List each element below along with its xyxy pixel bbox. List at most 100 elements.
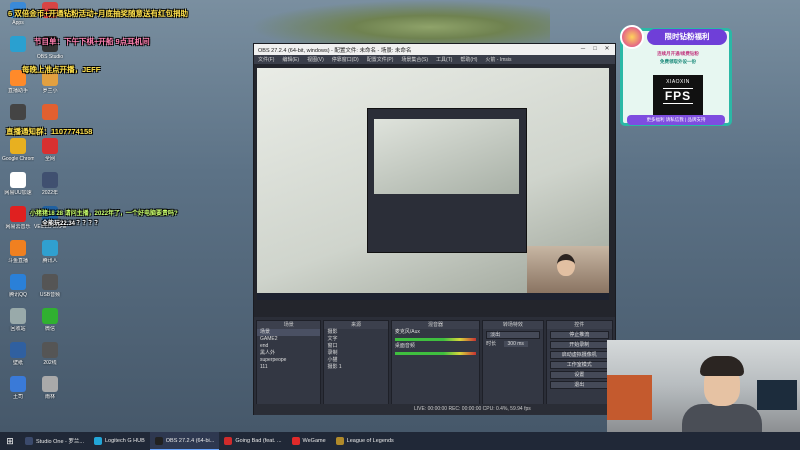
maximize-icon[interactable]: □ [589, 44, 601, 55]
obs-menu-item[interactable]: 工具(T) [436, 56, 452, 63]
taskbar-item-label: League of Legends [346, 437, 394, 444]
obs-control-button[interactable]: 开始录制 [549, 341, 609, 349]
chat-line-1: 6 双倍金币+开通钻粉活动+月底抽奖随意送有红包捐助 [8, 9, 189, 18]
obs-menu-item[interactable]: 火箭 - Imsis [485, 56, 511, 63]
desktop-icon[interactable]: 回收站 [2, 308, 34, 332]
desktop-icon[interactable]: 微信 [34, 308, 66, 332]
mixer-track-mic: 麦克风/Aux [394, 329, 420, 335]
desktop-icon[interactable]: 202线 [34, 342, 66, 366]
desktop-icon-label: OBS Studio [36, 54, 64, 60]
app-icon [10, 274, 26, 290]
ad-panel: 限时钻粉福利 连续月开通/续费钻粉 免费领取外设一份 XIAOXIN FPS 更… [620, 25, 732, 126]
ad-brand-mark: FPS [662, 88, 694, 104]
ad-header: 限时钻粉福利 [647, 29, 727, 45]
desktop-icon-label: USB音频 [39, 292, 61, 298]
desktop-icon-label: 回收站 [10, 326, 26, 332]
desktop-icon[interactable]: 壁纸 [2, 342, 34, 366]
obs-menu-item[interactable]: 文件(F) [258, 56, 274, 63]
desktop-icon[interactable]: Google Chrome [2, 138, 34, 162]
streamer [682, 356, 762, 432]
obs-menu-item[interactable]: 编辑(E) [282, 56, 299, 63]
desktop-icon-label: Google Chrome [2, 156, 34, 162]
app-icon [42, 138, 58, 154]
taskbar-item[interactable]: League of Legends [331, 432, 399, 450]
desktop-icon[interactable]: 腾讯人 [34, 240, 66, 264]
desktop-icon-label: 腾讯人 [42, 258, 58, 264]
sources-header: 来源 [324, 321, 388, 329]
desktop-icon[interactable] [2, 104, 34, 122]
mixer-meter-desktop[interactable] [394, 352, 477, 355]
obs-control-button[interactable]: 工作室模式 [549, 361, 609, 369]
obs-menu-item[interactable]: 视图(V) [307, 56, 324, 63]
scene-item[interactable]: 场景 [257, 329, 321, 336]
desktop-icon[interactable] [34, 104, 66, 122]
nested-webcam [527, 246, 609, 293]
desktop-icon[interactable]: 土司 [2, 376, 34, 400]
taskbar-item[interactable]: Going Bad (feat. ... [219, 432, 286, 450]
desktop-icon[interactable]: 腾讯QQ [2, 274, 34, 298]
wallpaper-plant [250, 0, 550, 45]
source-item[interactable]: 摄影 1 [324, 364, 387, 371]
obs-control-button[interactable]: 设置 [549, 371, 609, 379]
taskbar-app-icon [154, 436, 163, 445]
streamer-hair [700, 356, 744, 376]
scene-item[interactable]: end [257, 343, 320, 350]
taskbar-item[interactable]: OBS 27.2.4 (64-bi... [149, 432, 220, 450]
source-item[interactable]: 录制 [324, 350, 387, 357]
desktop-icon[interactable]: 2022年 [34, 172, 66, 196]
desktop-icon[interactable]: USB音频 [34, 274, 66, 298]
ad-line-2: 免费领取外设一份 [660, 59, 696, 64]
close-icon[interactable]: ✕ [601, 44, 613, 55]
obs-docks: 场景 场景 GAME2 end 黑人外 superpeope 111 来源 摄影 文字 窗口录… [254, 318, 615, 415]
cam-monitor [757, 380, 797, 410]
desktop-icon-label: 壁纸 [12, 360, 23, 366]
desktop-icon[interactable]: 斗鱼直播 [2, 240, 34, 264]
taskbar-item[interactable]: WeGame [287, 432, 331, 450]
obs-preview[interactable] [254, 64, 615, 317]
taskbar-item[interactable]: Logitech G HUB [89, 432, 150, 450]
desktop-icon[interactable]: 全网 [34, 138, 66, 162]
desktop-icon-label: 雨林 [44, 394, 55, 400]
desktop-icon-label: 斗鱼直播 [7, 258, 28, 264]
app-icon [10, 172, 26, 188]
obs-window[interactable]: OBS 27.2.4 (64-bit, windows) - 配置文件: 未命名… [253, 43, 616, 415]
source-item[interactable]: 窗口 [324, 343, 387, 350]
obs-control-button[interactable]: 停止推流 [549, 331, 609, 339]
source-item[interactable]: 文字 [324, 336, 387, 343]
desktop-icon[interactable]: 雨林 [34, 376, 66, 400]
obs-menu-item[interactable]: 场景集合(S) [401, 56, 428, 63]
scene-item[interactable]: GAME2 [257, 336, 320, 343]
scene-item[interactable]: 黑人外 [257, 350, 320, 357]
obs-menu-item[interactable]: 帮助(H) [460, 56, 477, 63]
chat-line-5: 小猪猪18 28 请问主播，2022年了，一个好电脑要贵吗? [30, 211, 178, 217]
app-icon [10, 104, 26, 120]
ad-badge-icon [620, 25, 644, 49]
transition-duration-input[interactable]: 300 ms [503, 341, 528, 347]
desktop-icon-label: 腾讯QQ [9, 292, 27, 298]
mixer-meter-mic[interactable] [394, 338, 477, 341]
source-item[interactable]: 摄影 [324, 329, 387, 336]
scenes-dock: 场景 场景 GAME2 end 黑人外 superpeope 111 [256, 320, 322, 413]
ad-brand-logo: XIAOXIN FPS [653, 75, 703, 115]
taskbar-app-icon [291, 436, 300, 445]
app-icon [42, 376, 58, 392]
scene-item[interactable]: 111 [257, 364, 320, 371]
desktop-icon[interactable] [2, 36, 34, 54]
taskbar-item[interactable]: Studio One - 罗兰... [20, 432, 89, 450]
obs-menubar: 文件(F) 编辑(E) 视图(V) 停靠窗口(D) 配置文件(P) 场景集合(S) 工具(T… [254, 55, 615, 64]
app-icon [10, 138, 26, 154]
minimize-icon[interactable]: ─ [577, 44, 589, 55]
windows-start-icon[interactable]: ⊞ [0, 432, 20, 450]
obs-menu-item[interactable]: 配置文件(P) [367, 56, 394, 63]
obs-titlebar[interactable]: OBS 27.2.4 (64-bit, windows) - 配置文件: 未命名… [254, 44, 615, 55]
obs-control-button[interactable]: 退出 [549, 381, 609, 389]
scene-item[interactable]: superpeope [257, 357, 320, 364]
desktop-icon-label: 土司 [12, 394, 23, 400]
mixer-dock: 混音器 麦克风/Aux 桌面音频 [390, 320, 481, 413]
taskbar-item-label: Logitech G HUB [105, 437, 145, 444]
transition-select[interactable]: 淡出 [486, 331, 540, 339]
desktop-icon[interactable]: 网易UU加速 [2, 172, 34, 196]
obs-control-button[interactable]: 启动虚拟摄像机 [549, 351, 609, 359]
source-item[interactable]: 小猫 [324, 357, 387, 364]
obs-menu-item[interactable]: 停靠窗口(D) [332, 56, 359, 63]
